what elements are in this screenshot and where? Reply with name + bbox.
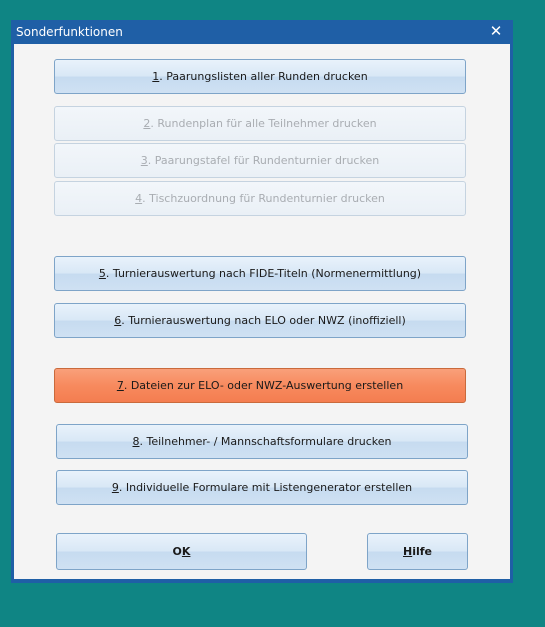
accelerator-key: 3 bbox=[140, 154, 148, 167]
button-label: . Turnierauswertung nach FIDE-Titeln (No… bbox=[105, 267, 422, 280]
dialog-body: 1. Paarungslisten aller Runden drucken 2… bbox=[14, 44, 510, 579]
ok-button[interactable]: OK bbox=[56, 533, 307, 570]
accelerator-key: H bbox=[402, 545, 413, 558]
accelerator-key: 5 bbox=[98, 267, 106, 280]
accelerator-key: 8 bbox=[132, 435, 140, 448]
elo-nwz-evaluation-button[interactable]: 6. Turnierauswertung nach ELO oder NWZ (… bbox=[54, 303, 466, 338]
print-round-plan-button: 2. Rundenplan für alle Teilnehmer drucke… bbox=[54, 106, 466, 141]
accelerator-key: K bbox=[181, 545, 191, 558]
print-table-assignment-button: 4. Tischzuordnung für Rundenturnier druc… bbox=[54, 181, 466, 216]
accelerator-key: 9 bbox=[111, 481, 119, 494]
help-label-end: ilfe bbox=[412, 545, 432, 558]
print-participant-forms-button[interactable]: 8. Teilnehmer- / Mannschaftsformulare dr… bbox=[56, 424, 468, 459]
help-button[interactable]: Hilfe bbox=[367, 533, 468, 570]
print-pairing-table-button: 3. Paarungstafel für Rundenturnier druck… bbox=[54, 143, 466, 178]
close-icon[interactable]: ✕ bbox=[487, 21, 505, 41]
button-label: . Paarungslisten aller Runden drucken bbox=[159, 70, 368, 83]
window-title: Sonderfunktionen bbox=[16, 25, 123, 39]
button-label: . Rundenplan für alle Teilnehmer drucken bbox=[150, 117, 377, 130]
individual-forms-button[interactable]: 9. Individuelle Formulare mit Listengene… bbox=[56, 470, 468, 505]
accelerator-key: 7 bbox=[116, 379, 124, 392]
button-label: . Individuelle Formulare mit Listengener… bbox=[118, 481, 413, 494]
button-label: . Tischzuordnung für Rundenturnier druck… bbox=[142, 192, 385, 205]
print-pairing-lists-button[interactable]: 1. Paarungslisten aller Runden drucken bbox=[54, 59, 466, 94]
ok-label-start: O bbox=[172, 545, 182, 558]
button-label: . Teilnehmer- / Mannschaftsformulare dru… bbox=[139, 435, 392, 448]
create-elo-nwz-files-button[interactable]: 7. Dateien zur ELO- oder NWZ-Auswertung … bbox=[54, 368, 466, 403]
button-label: . Turnierauswertung nach ELO oder NWZ (i… bbox=[121, 314, 406, 327]
title-bar: Sonderfunktionen ✕ bbox=[11, 20, 513, 44]
button-label: . Dateien zur ELO- oder NWZ-Auswertung e… bbox=[123, 379, 404, 392]
button-label: . Paarungstafel für Rundenturnier drucke… bbox=[147, 154, 380, 167]
sonderfunktionen-dialog: Sonderfunktionen ✕ 1. Paarungslisten all… bbox=[11, 20, 513, 583]
fide-title-evaluation-button[interactable]: 5. Turnierauswertung nach FIDE-Titeln (N… bbox=[54, 256, 466, 291]
